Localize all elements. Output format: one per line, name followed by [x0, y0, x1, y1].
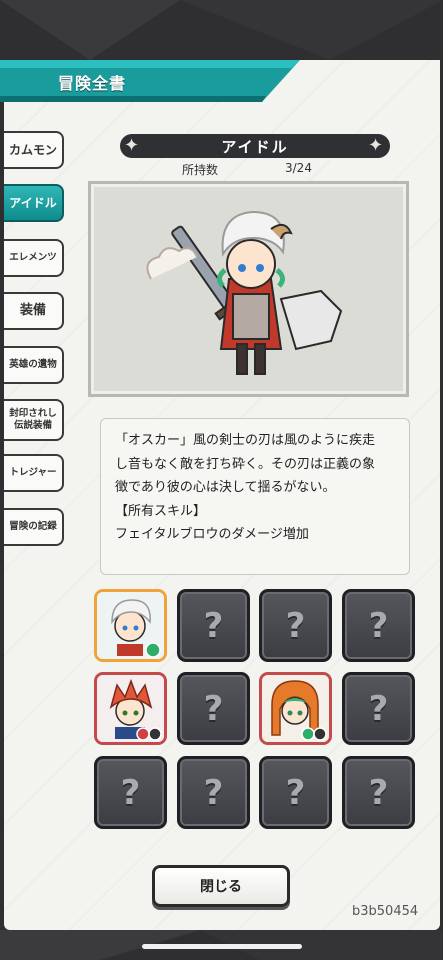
idol-slot-locked[interactable]: ?: [259, 589, 332, 662]
sidebar-item-elements[interactable]: エレメンツ: [4, 239, 64, 277]
idol-portrait-frame: [88, 181, 409, 397]
idol-slot-locked[interactable]: ?: [177, 672, 250, 745]
question-mark-icon: ?: [285, 605, 306, 646]
sidebar-item-label: カムモン: [8, 142, 57, 157]
close-button[interactable]: 閉じる: [152, 865, 290, 907]
question-mark-icon: ?: [203, 772, 224, 813]
owned-count-label: 所持数: [182, 163, 219, 177]
description-line: 「オスカー」風の剣士の刃は風のように疾走: [115, 433, 376, 448]
idol-slot-locked[interactable]: ?: [177, 589, 250, 662]
question-mark-icon: ?: [368, 688, 389, 729]
sidebar-item-label: アイドル: [9, 195, 57, 210]
sidebar-item-label: 装備: [19, 302, 46, 318]
question-mark-icon: ?: [368, 605, 389, 646]
sidebar-item-label: エレメンツ: [9, 252, 57, 264]
sidebar-item-label: トレジャー: [9, 467, 57, 479]
sparkle-icon: ✦: [368, 135, 384, 156]
idol-slot-owned[interactable]: [259, 672, 332, 745]
sidebar-item-label-line1: 封印されし: [9, 408, 57, 420]
sidebar-item-kammon[interactable]: カムモン: [4, 131, 64, 169]
sidebar-item-label-line2: 伝説装備: [13, 420, 52, 431]
idol-slot-oscar[interactable]: [94, 589, 167, 662]
skill-text: フェイタルブロウのダメージ増加: [115, 527, 309, 542]
owned-count-value: 3/24: [285, 161, 312, 175]
question-mark-icon: ?: [285, 772, 306, 813]
idol-slot-locked[interactable]: ?: [342, 756, 415, 829]
description-line: 徴であり彼の心は決して揺るがない。: [115, 480, 336, 495]
header-banner: [0, 60, 300, 102]
idol-slot-locked[interactable]: ?: [177, 756, 250, 829]
idol-slot-locked[interactable]: ?: [342, 589, 415, 662]
question-mark-icon: ?: [368, 772, 389, 813]
page-title: 冒険全書: [58, 74, 127, 93]
sidebar-item-label: 冒険の記録: [9, 521, 57, 533]
home-indicator[interactable]: [142, 944, 302, 949]
idol-thumbnail: [97, 592, 164, 659]
player-id-text: b3b50454: [352, 904, 419, 919]
skill-heading: 【所有スキル】: [115, 503, 207, 519]
sidebar-item-treasure[interactable]: トレジャー: [4, 454, 64, 492]
idol-slot-owned[interactable]: [94, 672, 167, 745]
idol-character-illustration: [146, 210, 343, 375]
sparkle-icon: ✦: [124, 135, 140, 156]
idol-description-box: 「オスカー」風の剣士の刃は風のように疾走 し音もなく敵を打ち砕く。その刃は正義の…: [100, 418, 410, 575]
question-mark-icon: ?: [203, 688, 224, 729]
sidebar-item-equipment[interactable]: 装備: [4, 292, 64, 330]
sidebar-item-idol[interactable]: アイドル: [4, 184, 64, 222]
sidebar-item-label: 英雄の遺物: [9, 359, 57, 371]
idol-title-bar: アイドル: [120, 134, 390, 158]
idol-slot-locked[interactable]: ?: [342, 672, 415, 745]
description-line: し音もなく敵を打ち砕く。その刃は正義の象: [115, 456, 376, 472]
idol-slot-locked[interactable]: ?: [259, 756, 332, 829]
idol-slot-locked[interactable]: ?: [94, 756, 167, 829]
question-mark-icon: ?: [203, 605, 224, 646]
idol-thumbnail: [97, 675, 164, 742]
question-mark-icon: ?: [120, 772, 141, 813]
sidebar-item-hero-relics[interactable]: 英雄の遺物: [4, 346, 64, 384]
sidebar-item-adventure-log[interactable]: 冒険の記録: [4, 508, 64, 546]
sidebar-item-sealed-legendary[interactable]: 封印されし 伝説装備: [4, 399, 64, 441]
idol-thumbnail: [262, 675, 329, 742]
